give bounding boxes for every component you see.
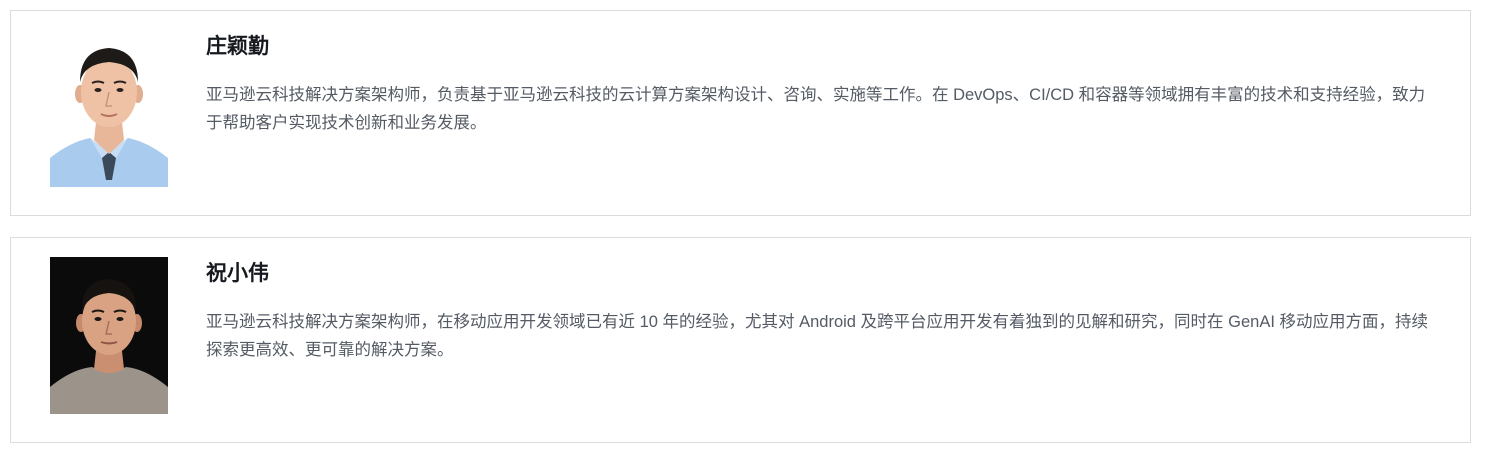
- profile-bio: 亚马逊云科技解决方案架构师，在移动应用开发领域已有近 10 年的经验，尤其对 A…: [206, 313, 1429, 359]
- profile-name: 庄颖勤: [206, 35, 269, 58]
- profile-info: 庄颖勤 亚马逊云科技解决方案架构师，负责基于亚马逊云科技的云计算方案架构设计、咨…: [206, 33, 1441, 137]
- profile-card: 庄颖勤 亚马逊云科技解决方案架构师，负责基于亚马逊云科技的云计算方案架构设计、咨…: [10, 10, 1471, 216]
- portrait-image: [50, 257, 168, 414]
- profile-photo: [50, 257, 168, 414]
- profile-card: 祝小伟 亚马逊云科技解决方案架构师，在移动应用开发领域已有近 10 年的经验，尤…: [10, 237, 1471, 443]
- profile-photo: [50, 30, 168, 187]
- profile-info: 祝小伟 亚马逊云科技解决方案架构师，在移动应用开发领域已有近 10 年的经验，尤…: [206, 260, 1441, 364]
- profile-name: 祝小伟: [206, 262, 269, 285]
- portrait-image: [50, 30, 168, 187]
- profile-bio: 亚马逊云科技解决方案架构师，负责基于亚马逊云科技的云计算方案架构设计、咨询、实施…: [206, 86, 1426, 132]
